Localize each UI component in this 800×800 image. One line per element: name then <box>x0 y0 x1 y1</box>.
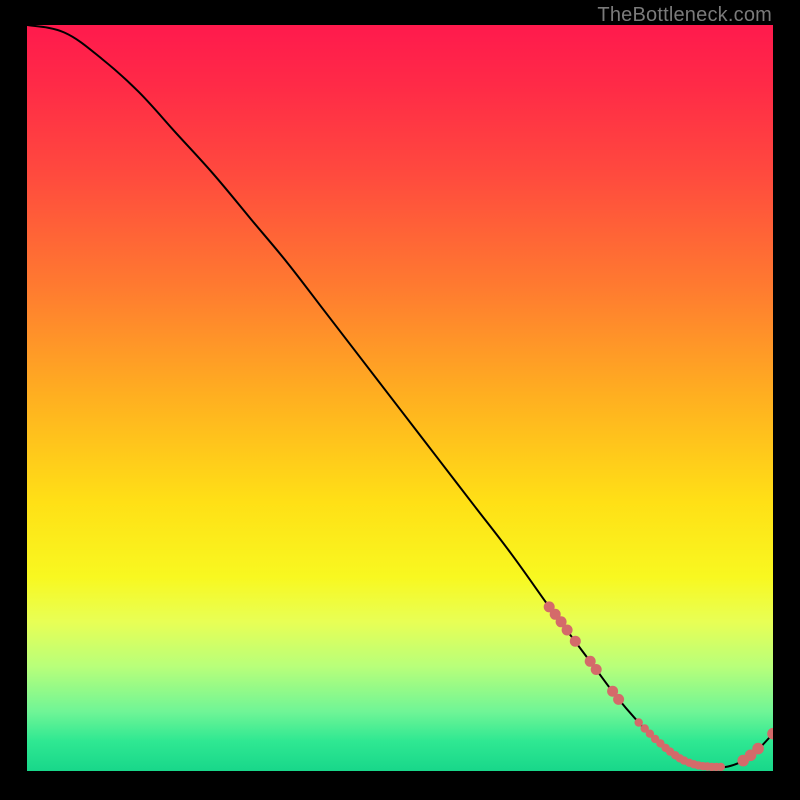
bottleneck-curve-line <box>27 25 773 768</box>
highlight-dot <box>613 694 624 705</box>
highlight-dot <box>570 636 581 647</box>
curve-svg <box>27 25 773 771</box>
watermark-text: TheBottleneck.com <box>597 4 772 27</box>
highlight-dot <box>562 625 573 636</box>
highlight-dots-group <box>544 601 773 771</box>
highlight-dot <box>717 763 725 771</box>
plot-area <box>27 25 773 771</box>
highlight-dot <box>591 664 602 675</box>
highlight-dot <box>752 743 764 755</box>
chart-stage: TheBottleneck.com <box>0 0 800 800</box>
highlight-dot <box>635 718 643 726</box>
